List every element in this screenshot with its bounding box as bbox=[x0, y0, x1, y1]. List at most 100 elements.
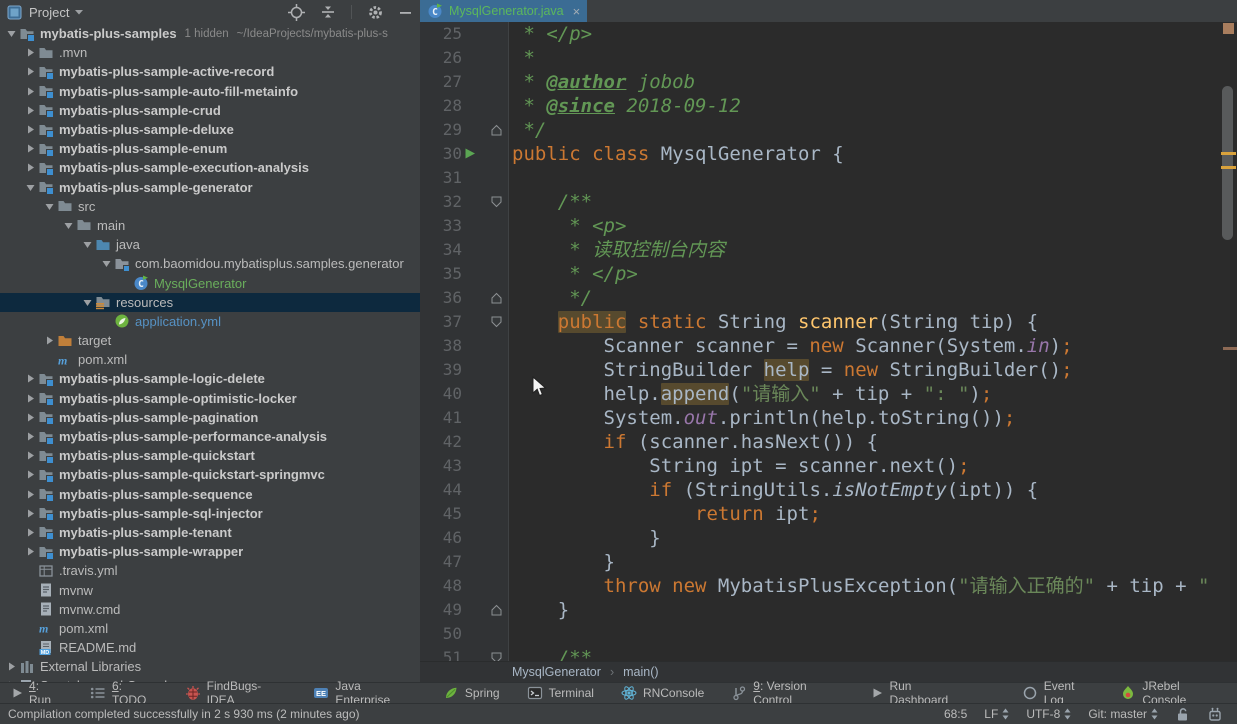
close-icon[interactable]: × bbox=[573, 5, 581, 18]
fold-down-fold-icon[interactable] bbox=[490, 316, 503, 328]
tree-collapsed-arrow-icon[interactable] bbox=[23, 373, 37, 384]
tree-collapsed-arrow-icon[interactable] bbox=[23, 86, 37, 97]
tree-item-target[interactable]: target bbox=[0, 331, 420, 350]
caret-position-widget[interactable]: 68:5 bbox=[944, 707, 967, 721]
gutter[interactable]: 48 bbox=[420, 574, 509, 598]
tree-item-mysqlgenerator[interactable]: C MysqlGenerator bbox=[0, 273, 420, 292]
gutter[interactable]: 43 bbox=[420, 454, 509, 478]
tree-item-mybatis-plus-sample-generator[interactable]: mybatis-plus-sample-generator bbox=[0, 178, 420, 197]
gutter[interactable]: 40 bbox=[420, 382, 509, 406]
line-number[interactable]: 34 bbox=[420, 238, 462, 262]
tree-item-mybatis-plus-sample-pagination[interactable]: mybatis-plus-sample-pagination bbox=[0, 408, 420, 427]
line-separator-widget[interactable]: LF bbox=[984, 707, 1009, 721]
code-line[interactable]: 29 */ bbox=[420, 118, 1237, 142]
tree-expanded-arrow-icon[interactable] bbox=[23, 182, 37, 193]
gutter[interactable]: 47 bbox=[420, 550, 509, 574]
code-line[interactable]: 34 * 读取控制台内容 bbox=[420, 238, 1237, 262]
gutter[interactable]: 46 bbox=[420, 526, 509, 550]
locate-icon[interactable] bbox=[288, 3, 305, 21]
collapse-icon[interactable] bbox=[320, 4, 336, 20]
tree-item-java[interactable]: java bbox=[0, 235, 420, 254]
stripe-mark-warning[interactable] bbox=[1221, 152, 1236, 155]
line-number[interactable]: 35 bbox=[420, 262, 462, 286]
code-line[interactable]: 38 Scanner scanner = new Scanner(System.… bbox=[420, 334, 1237, 358]
code-line[interactable]: 39 StringBuilder help = new StringBuilde… bbox=[420, 358, 1237, 382]
gutter[interactable]: 29 bbox=[420, 118, 509, 142]
gutter[interactable]: 42 bbox=[420, 430, 509, 454]
line-number[interactable]: 48 bbox=[420, 574, 462, 598]
code-line[interactable]: 30 public class MysqlGenerator { bbox=[420, 142, 1237, 166]
line-number[interactable]: 26 bbox=[420, 46, 462, 70]
tree-item-mybatis-plus-sample-tenant[interactable]: mybatis-plus-sample-tenant bbox=[0, 523, 420, 542]
line-number[interactable]: 49 bbox=[420, 598, 462, 622]
code-line[interactable]: 51 /** bbox=[420, 646, 1237, 662]
code-line[interactable]: 25 * </p> bbox=[420, 22, 1237, 46]
line-number[interactable]: 41 bbox=[420, 406, 462, 430]
line-number[interactable]: 47 bbox=[420, 550, 462, 574]
tree-item-external-libraries[interactable]: External Libraries bbox=[0, 657, 420, 676]
line-number[interactable]: 33 bbox=[420, 214, 462, 238]
tree-collapsed-arrow-icon[interactable] bbox=[23, 162, 37, 173]
tree-item-mybatis-plus-sample-logic-delete[interactable]: mybatis-plus-sample-logic-delete bbox=[0, 369, 420, 388]
line-number[interactable]: 30 bbox=[420, 142, 462, 166]
line-number[interactable]: 43 bbox=[420, 454, 462, 478]
gutter[interactable]: 33 bbox=[420, 214, 509, 238]
tree-item-mybatis-plus-sample-performance-analysis[interactable]: mybatis-plus-sample-performance-analysis bbox=[0, 427, 420, 446]
code-line[interactable]: 44 if (StringUtils.isNotEmpty(ipt)) { bbox=[420, 478, 1237, 502]
tree-item-resources[interactable]: resources bbox=[0, 292, 420, 312]
tree-collapsed-arrow-icon[interactable] bbox=[23, 124, 37, 135]
code-line[interactable]: 49 } bbox=[420, 598, 1237, 622]
tree-expanded-arrow-icon[interactable] bbox=[80, 297, 94, 308]
code-line[interactable]: 33 * <p> bbox=[420, 214, 1237, 238]
editor-scrollbar-thumb[interactable] bbox=[1222, 86, 1233, 240]
settings-icon[interactable] bbox=[367, 4, 384, 21]
line-number[interactable]: 27 bbox=[420, 70, 462, 94]
tree-item-mybatis-plus-sample-sequence[interactable]: mybatis-plus-sample-sequence bbox=[0, 485, 420, 504]
gutter[interactable]: 37 bbox=[420, 310, 509, 334]
tool-window-button-terminal[interactable]: Terminal bbox=[527, 685, 594, 701]
line-number[interactable]: 32 bbox=[420, 190, 462, 214]
code-line[interactable]: 26 * bbox=[420, 46, 1237, 70]
breadcrumb-item[interactable]: MysqlGenerator bbox=[512, 665, 601, 679]
tree-expanded-arrow-icon[interactable] bbox=[99, 258, 113, 269]
tree-item-pom.xml[interactable]: m pom.xml bbox=[0, 619, 420, 638]
line-number[interactable]: 25 bbox=[420, 22, 462, 46]
gutter[interactable]: 36 bbox=[420, 286, 509, 310]
code-line[interactable]: 48 throw new MybatisPlusException("请输入正确… bbox=[420, 574, 1237, 598]
tree-collapsed-arrow-icon[interactable] bbox=[23, 105, 37, 116]
tree-item-mybatis-plus-sample-optimistic-locker[interactable]: mybatis-plus-sample-optimistic-locker bbox=[0, 389, 420, 408]
tree-collapsed-arrow-icon[interactable] bbox=[23, 431, 37, 442]
line-number[interactable]: 31 bbox=[420, 166, 462, 190]
code-line[interactable]: 27 * @author jobob bbox=[420, 70, 1237, 94]
tree-collapsed-arrow-icon[interactable] bbox=[23, 450, 37, 461]
readonly-lock-icon[interactable] bbox=[1175, 707, 1190, 722]
line-number[interactable]: 45 bbox=[420, 502, 462, 526]
tree-collapsed-arrow-icon[interactable] bbox=[4, 661, 18, 672]
gutter[interactable]: 50 bbox=[420, 622, 509, 646]
tree-item-mybatis-plus-sample-sql-injector[interactable]: mybatis-plus-sample-sql-injector bbox=[0, 504, 420, 523]
hector-inspection-icon[interactable] bbox=[1207, 707, 1223, 722]
line-number[interactable]: 42 bbox=[420, 430, 462, 454]
line-number[interactable]: 51 bbox=[420, 646, 462, 662]
inspection-status-square[interactable] bbox=[1223, 23, 1234, 34]
gutter[interactable]: 41 bbox=[420, 406, 509, 430]
code-line[interactable]: 32 /** bbox=[420, 190, 1237, 214]
gutter[interactable]: 28 bbox=[420, 94, 509, 118]
line-number[interactable]: 28 bbox=[420, 94, 462, 118]
tree-item-mybatis-plus-sample-wrapper[interactable]: mybatis-plus-sample-wrapper bbox=[0, 542, 420, 561]
stripe-mark-warning[interactable] bbox=[1221, 166, 1236, 169]
tree-expanded-arrow-icon[interactable] bbox=[42, 201, 56, 212]
tree-collapsed-arrow-icon[interactable] bbox=[23, 508, 37, 519]
gutter[interactable]: 30 bbox=[420, 142, 509, 166]
tree-collapsed-arrow-icon[interactable] bbox=[23, 143, 37, 154]
tree-item-mybatis-plus-sample-quickstart[interactable]: mybatis-plus-sample-quickstart bbox=[0, 446, 420, 465]
tree-item-mybatis-plus-sample-enum[interactable]: mybatis-plus-sample-enum bbox=[0, 139, 420, 158]
git-branch-widget[interactable]: Git: master bbox=[1088, 707, 1158, 721]
tree-item-src[interactable]: src bbox=[0, 197, 420, 216]
tool-window-button-rnconsole[interactable]: RNConsole bbox=[621, 685, 704, 701]
tree-collapsed-arrow-icon[interactable] bbox=[23, 412, 37, 423]
hide-icon[interactable] bbox=[399, 6, 412, 19]
tree-item-mybatis-plus-sample-quickstart-springmvc[interactable]: mybatis-plus-sample-quickstart-springmvc bbox=[0, 465, 420, 484]
editor-tab-mysqlgenerator[interactable]: C MysqlGenerator.java × bbox=[420, 0, 588, 22]
tree-item-application.yml[interactable]: application.yml bbox=[0, 312, 420, 331]
